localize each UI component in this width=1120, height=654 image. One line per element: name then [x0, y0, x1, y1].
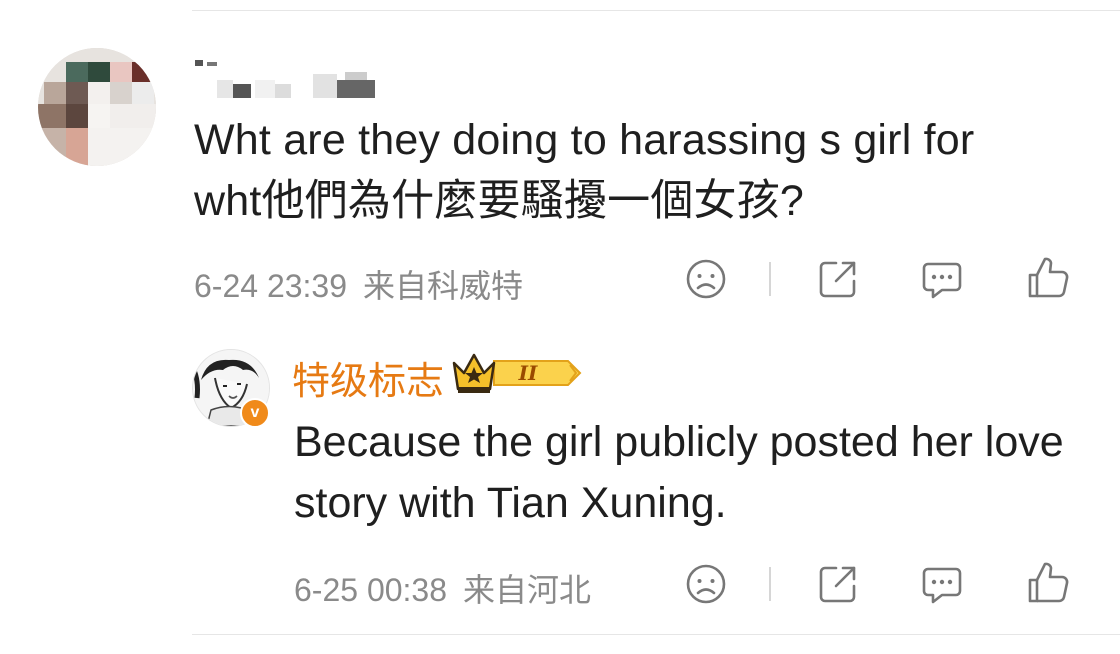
dislike-face-icon[interactable] [682, 255, 730, 303]
reply-time: 6-25 00:38 [294, 572, 448, 608]
dislike-face-icon[interactable] [682, 560, 730, 608]
comment-text: Wht are they doing to harassing s girl f… [194, 116, 975, 225]
avatar[interactable] [38, 48, 156, 166]
comment-time: 6-24 23:39 [194, 268, 348, 304]
share-icon[interactable] [814, 560, 862, 608]
crown-level-badge-icon[interactable]: II [450, 349, 586, 397]
comment-source: 来自科威特 [363, 268, 524, 304]
reply-username[interactable]: 特级标志 [292, 350, 444, 405]
username-redacted[interactable] [195, 50, 395, 106]
verified-badge-icon: v [240, 398, 270, 428]
level-text: II [518, 361, 538, 385]
reply-text: Because the girl publicly posted her lov… [294, 418, 1064, 527]
like-thumb-icon[interactable] [1024, 558, 1072, 606]
action-separator [769, 567, 771, 601]
action-separator [769, 262, 771, 296]
bottom-divider [192, 634, 1120, 635]
top-divider [192, 10, 1120, 11]
like-thumb-icon[interactable] [1024, 253, 1072, 301]
comment-icon[interactable] [918, 255, 966, 303]
share-icon[interactable] [814, 255, 862, 303]
comment-icon[interactable] [918, 560, 966, 608]
reply-source: 来自河北 [463, 572, 592, 608]
reply-meta: 6-25 00:38 来自河北 [294, 565, 591, 611]
comment-meta: 6-24 23:39 来自科威特 [194, 261, 523, 307]
